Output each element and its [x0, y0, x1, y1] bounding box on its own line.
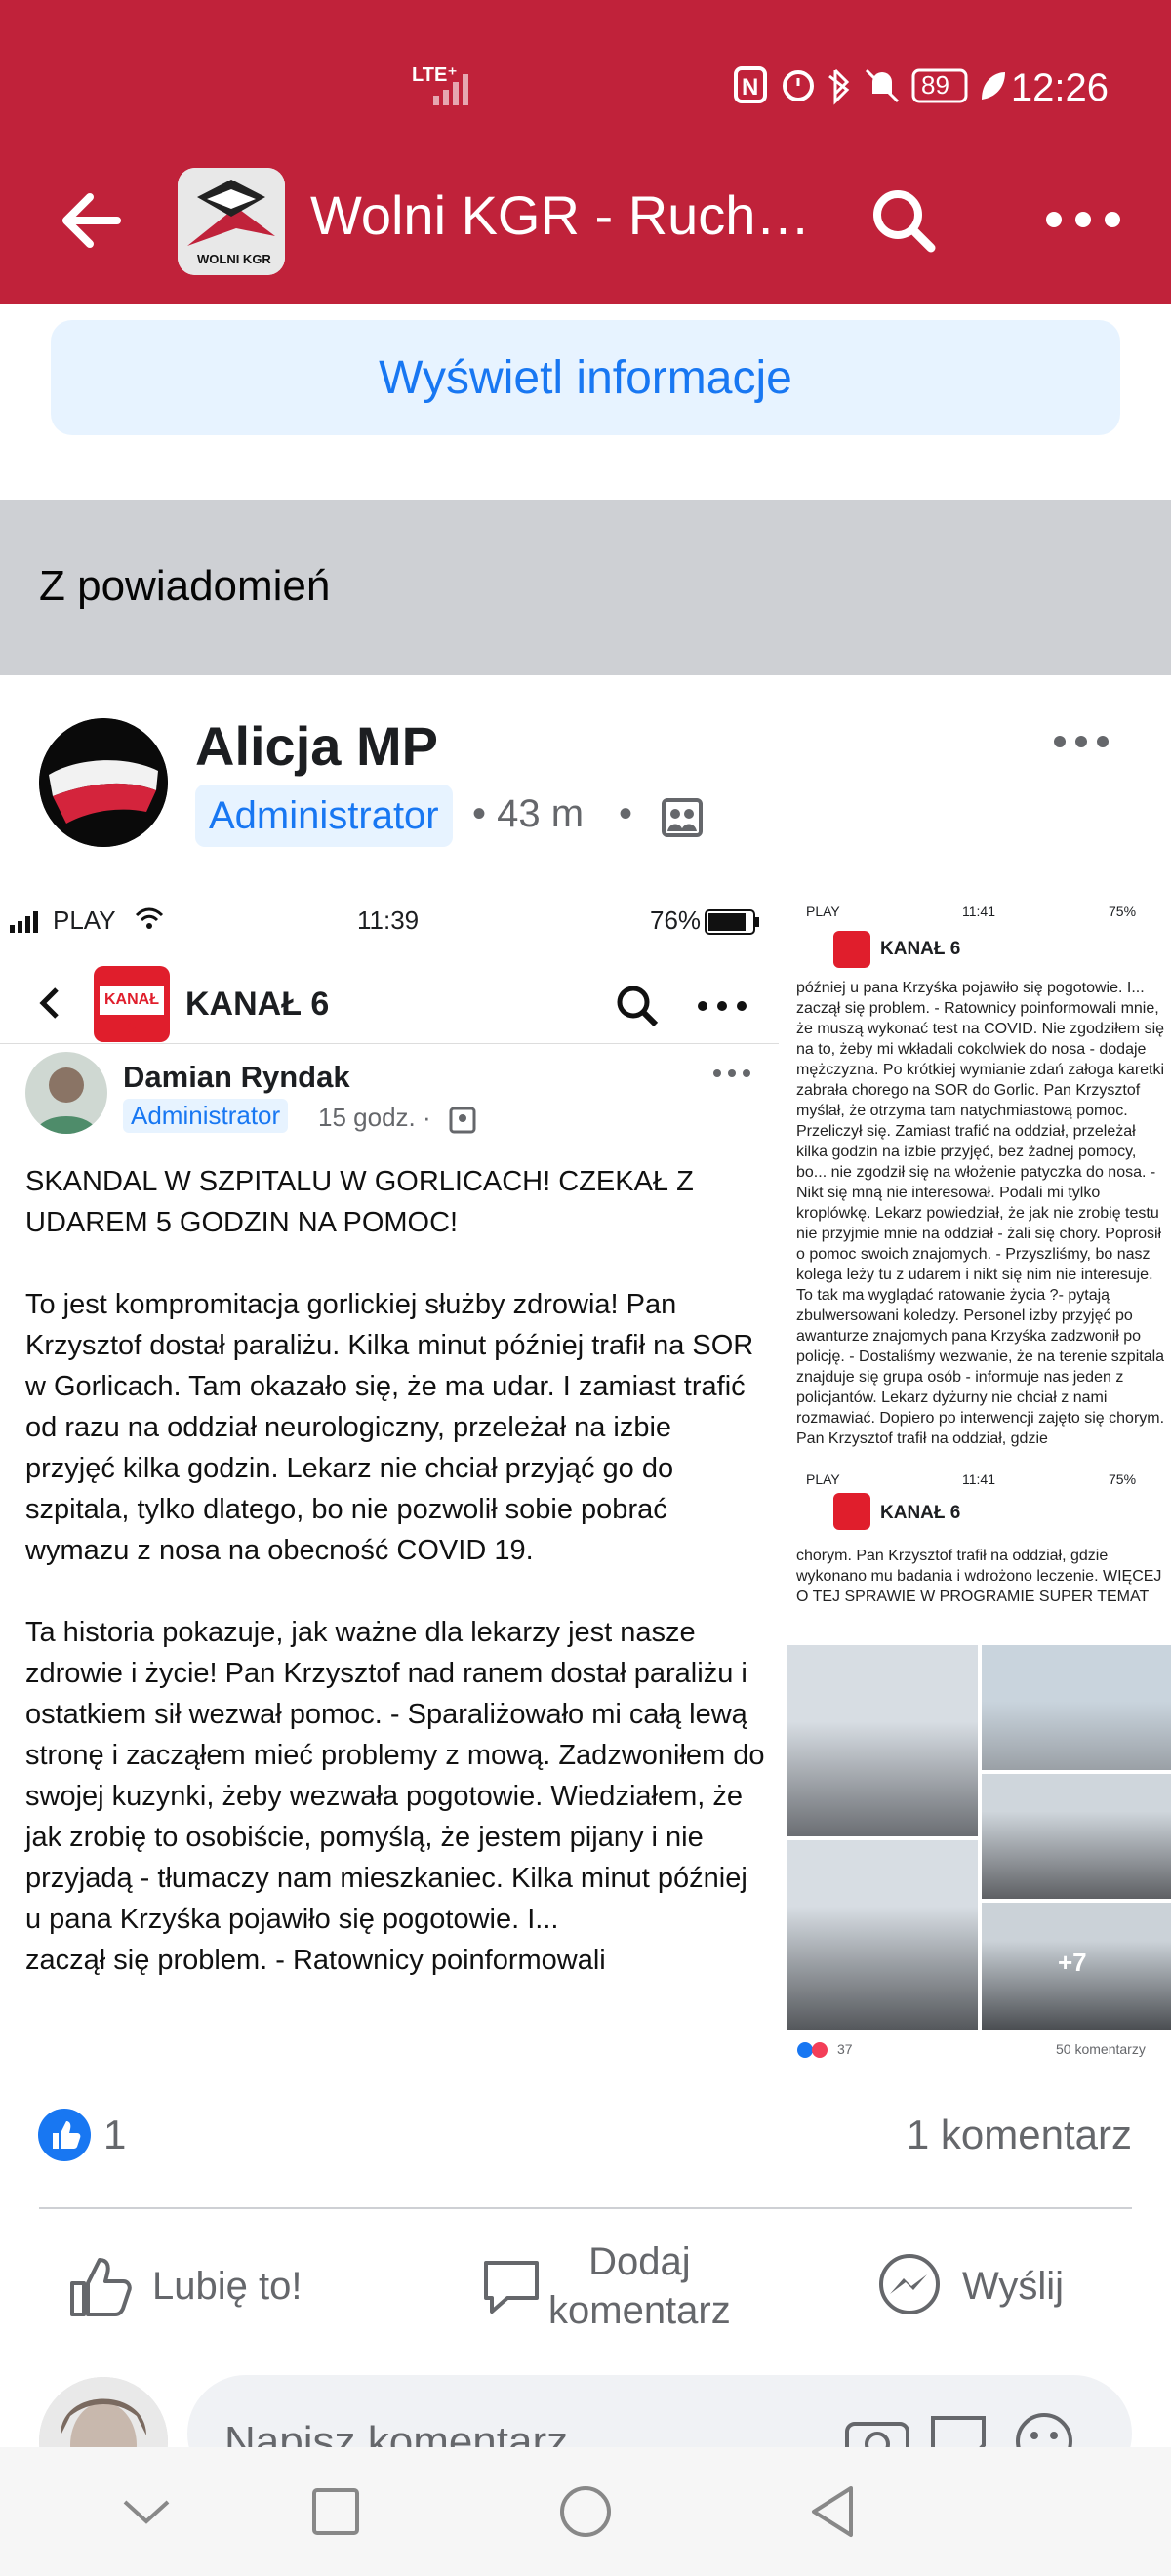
embedded-post-time: 15 godz. ·: [318, 1103, 431, 1132]
embedded-signal-icon: [10, 911, 38, 933]
side-bottom-time: 11:41: [962, 1471, 995, 1487]
separator-dot: •: [619, 792, 633, 835]
embedded-page-logo: KANAŁ 6: [94, 966, 170, 1042]
side-screenshot-top: PLAY 11:41 75% KANAŁ 6 później u pana Kr…: [787, 890, 1171, 1466]
signal-icon: [433, 74, 468, 105]
comment-label: Dodaj komentarz: [548, 2237, 731, 2335]
like-count[interactable]: 1: [103, 2112, 126, 2158]
embedded-page-name: KANAŁ 6: [185, 986, 330, 1023]
svg-text:N: N: [742, 74, 758, 101]
screenshot-side: PLAY 11:41 75% KANAŁ 6 później u pana Kr…: [787, 890, 1171, 2069]
post-time: • 43 m: [472, 792, 585, 835]
admin-badge: Administrator: [195, 785, 453, 847]
embedded-post-text: SKANDAL W SZPITALU W GORLICACH! CZEKAŁ Z…: [25, 1166, 765, 1976]
comment-button[interactable]: Dodaj komentarz: [478, 2233, 731, 2340]
clock: 12:26: [1010, 66, 1109, 109]
embedded-admin-badge: Administrator: [123, 1099, 289, 1133]
photo-1: [787, 1645, 978, 1836]
recent-apps-icon[interactable]: [310, 2486, 361, 2537]
side-bottom-battery: 75%: [1109, 1471, 1137, 1487]
comment-count[interactable]: 1 komentarz: [907, 2112, 1132, 2158]
back-nav-icon[interactable]: [808, 2484, 857, 2539]
action-bar: Lubię to! Dodaj komentarz Wyślij: [0, 2209, 1171, 2355]
side-top-battery: 75%: [1109, 904, 1137, 919]
like-label: Lubię to!: [152, 2264, 303, 2308]
side-bottom-logo: [833, 1493, 870, 1530]
photo-4: [787, 1840, 978, 2030]
leaf-icon: [982, 72, 1005, 100]
send-label: Wyślij: [962, 2264, 1065, 2308]
comment-composer: Napisz komentarz...: [0, 2361, 1171, 2506]
photo-3: [982, 1774, 1171, 1899]
side-reaction-count: 37: [837, 2041, 853, 2057]
side-bottom-carrier: PLAY: [806, 1471, 840, 1487]
notifications-section-header: Z powiadomień: [0, 500, 1171, 675]
embedded-battery: 76%: [650, 906, 702, 935]
embedded-back-icon: [39, 987, 59, 1019]
post-author[interactable]: Alicja MP: [195, 714, 438, 778]
view-info-button[interactable]: Wyświetl informacje: [51, 320, 1120, 435]
thumbs-up-icon: [70, 2258, 132, 2316]
messenger-icon: [879, 2254, 940, 2314]
side-top-carrier: PLAY: [806, 904, 840, 919]
embedded-avatar-image: [35, 1067, 98, 1134]
comment-icon: [484, 2261, 539, 2314]
side-bottom-page-name: KANAŁ 6: [880, 1503, 961, 1523]
embedded-search-icon: [617, 986, 659, 1027]
more-options-icon[interactable]: [1044, 205, 1122, 234]
embedded-app-bar: KANAŁ 6 KANAŁ 6: [0, 956, 779, 1044]
embedded-more-icon: [698, 1001, 747, 1011]
embedded-carrier: PLAY: [53, 906, 116, 935]
status-bar: LTE⁺ N 89 12:26: [0, 49, 1171, 127]
avatar-image: [39, 718, 168, 847]
side-top-logo: [833, 931, 870, 968]
embedded-time: 11:39: [357, 906, 420, 935]
side-top-page-name: KANAŁ 6: [880, 939, 961, 959]
reactions-row: 1 1 komentarz: [0, 2069, 1171, 2205]
nav-collapse-icon[interactable]: [121, 2496, 172, 2525]
svg-text:WOLNI KGR: WOLNI KGR: [197, 252, 271, 266]
system-nav-bar: [0, 2447, 1171, 2576]
embedded-page-logo-text: KANAŁ 6: [100, 986, 164, 1037]
embedded-author-avatar: [25, 1052, 107, 1134]
screen: LTE⁺ N 89 12:26 WOLNI KGR Wolni KGR - Ru…: [0, 0, 1171, 2576]
photo-2: [982, 1645, 1171, 1770]
comment-label-line2: komentarz: [548, 2289, 731, 2332]
side-reaction-icons: [797, 2042, 828, 2058]
like-button[interactable]: Lubię to!: [66, 2233, 302, 2340]
page-title: Wolni KGR - Ruch…: [310, 184, 811, 246]
embedded-wifi-icon: [135, 907, 164, 929]
side-top-text: później u pana Krzyśka pojawiło się pogo…: [796, 980, 1165, 1447]
screenshot-main: PLAY 11:39 76% KANAŁ 6 KANAŁ 6 Damian Ry…: [0, 890, 779, 2069]
group-logo-image: WOLNI KGR: [178, 168, 285, 275]
comment-label-line1: Dodaj: [588, 2240, 691, 2283]
section-label: Z powiadomień: [39, 562, 331, 610]
group-visibility-icon: [662, 798, 703, 837]
search-icon[interactable]: [868, 185, 939, 256]
side-top-time: 11:41: [962, 904, 995, 919]
embedded-post-options-icon: [713, 1069, 750, 1077]
group-logo[interactable]: WOLNI KGR: [178, 168, 285, 275]
send-button[interactable]: Wyślij: [874, 2233, 1064, 2340]
author-avatar[interactable]: [39, 718, 168, 847]
home-icon[interactable]: [558, 2484, 613, 2539]
embedded-author: Damian Ryndak: [123, 1060, 350, 1094]
side-bottom-text: chorym. Pan Krzysztof trafił na oddział,…: [796, 1548, 1162, 1605]
post-image[interactable]: PLAY 11:39 76% KANAŁ 6 KANAŁ 6 Damian Ry…: [0, 890, 1171, 2069]
back-arrow-icon[interactable]: [59, 191, 121, 250]
side-comments-count: 50 komentarzy: [1056, 2041, 1146, 2057]
embedded-battery-icon: [705, 909, 759, 935]
side-screenshot-bottom: PLAY 11:41 75% KANAŁ 6 chorym. Pan Krzys…: [787, 1471, 1171, 2069]
embedded-group-icon: [449, 1107, 476, 1134]
post-options-icon[interactable]: [1052, 732, 1110, 751]
like-reaction-icon[interactable]: [37, 2108, 92, 2162]
photo-grid[interactable]: +7: [787, 1645, 1171, 2030]
app-header: LTE⁺ N 89 12:26 WOLNI KGR Wolni KGR - Ru…: [0, 0, 1171, 304]
battery-level: 89: [921, 70, 949, 100]
more-photos-count: +7: [1058, 1948, 1087, 1977]
photo-5: +7: [982, 1903, 1171, 2030]
post-header: Alicja MP Administrator • 43 m •: [0, 675, 1171, 890]
